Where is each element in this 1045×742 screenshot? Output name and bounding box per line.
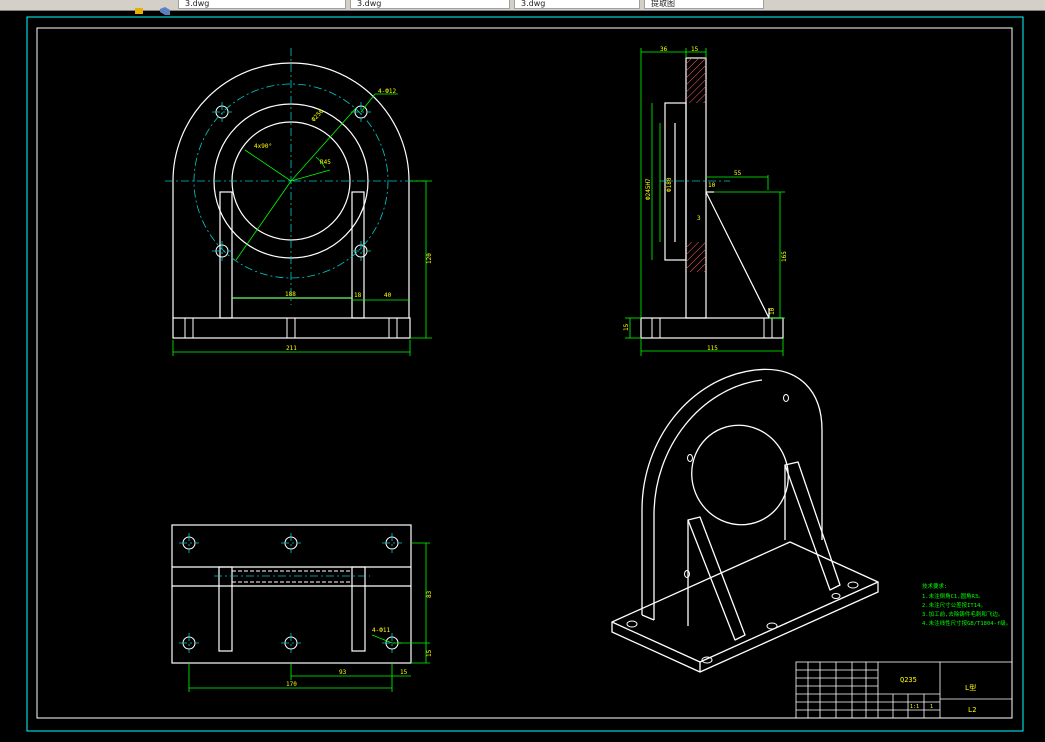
toolbar-cube-icon[interactable] [160, 0, 170, 15]
top-view-dimensions [188, 542, 430, 692]
front-bolt-callout: 4-Ф12 [378, 88, 396, 95]
side-section-hatch-bottom [686, 242, 706, 272]
top-view [171, 524, 412, 664]
notes-title: 技术要求: [922, 582, 947, 590]
top-dim-edge: 15 [426, 649, 433, 657]
title-scale: 1:1 [910, 704, 919, 710]
title-material: Q235 [900, 676, 917, 684]
front-angle-label: 4x90° [254, 143, 272, 150]
tab-drawing-3[interactable]: 3.dwg [514, 0, 640, 9]
side-dim-rib-small: 3 [697, 215, 701, 222]
side-section-hatch-top [686, 58, 706, 103]
note-item-2: 2.未注尺寸公差按IT14。 [922, 601, 986, 609]
cad-drawing: 4-Ф12 4x90° Ф250 R45 188 18 40 120 211 3… [26, 16, 1024, 732]
tab-drawing-1[interactable]: 3.dwg [178, 0, 346, 9]
title-part-name: L型 [965, 683, 976, 692]
isometric-view [611, 368, 879, 673]
tab-label: 3.dwg [357, 0, 382, 8]
note-item-3: 3.加工前,去除铸件毛刺和飞边。 [922, 610, 1003, 618]
front-rib-off-dim: 40 [384, 292, 392, 299]
front-height-dim: 120 [426, 253, 433, 264]
top-dim-depth: 83 [426, 590, 433, 598]
front-bolt-circle-dim: Ф250 [310, 108, 325, 124]
title-drawing-no: L2 [968, 706, 976, 714]
top-dim-edge2: 15 [400, 669, 408, 676]
side-dim-rib-top: 55 [734, 170, 742, 177]
title-block [795, 661, 1013, 719]
top-dim-pitch: 93 [339, 669, 347, 676]
top-view-centerlines [179, 533, 402, 653]
note-item-1: 1.未注倒角C1,圆角R3。 [922, 592, 984, 600]
side-dim-rib-foot: 10 [769, 307, 776, 315]
side-dim-total-depth: 115 [707, 345, 718, 352]
tab-drawing-2[interactable]: 3.dwg [350, 0, 510, 9]
toolbar-pencil-icon[interactable] [134, 0, 144, 14]
tab-label: 3.dwg [185, 0, 210, 8]
front-rib-thk-dim: 18 [354, 292, 362, 299]
side-dim-base-thk: 15 [623, 323, 630, 331]
side-dim-r: 10 [708, 182, 716, 189]
sheet-outer-border [26, 16, 1024, 732]
top-dim-total: 170 [286, 681, 297, 688]
tab-label: 提取图 [651, 0, 675, 8]
top-hole-callout: 4-Ф11 [372, 627, 390, 634]
tab-drawing-4[interactable]: 提取图 [644, 0, 764, 9]
note-item-4: 4.未注线性尺寸按GB/T1804-f级。 [922, 619, 1011, 627]
tab-label: 3.dwg [521, 0, 546, 8]
front-view-dimensions [172, 93, 432, 356]
title-sheet: 1 [930, 704, 933, 710]
side-dim-rib-height: 165 [781, 251, 788, 262]
side-dim-bore-outer: Ф245H7 [645, 178, 652, 200]
drawing-canvas[interactable]: 4-Ф12 4x90° Ф250 R45 188 18 40 120 211 3… [0, 11, 1045, 738]
side-dim-top-right: 15 [691, 46, 699, 53]
side-dim-bore-inner: Ф180 [666, 177, 673, 192]
front-r-dim: R45 [320, 159, 331, 166]
side-dim-top-left: 36 [660, 46, 668, 53]
side-view [640, 57, 784, 339]
front-total-width-dim: 211 [286, 345, 297, 352]
front-inner-width-dim: 188 [285, 291, 296, 298]
document-tab-bar: 3.dwg 3.dwg 3.dwg 提取图 [0, 0, 1045, 15]
technical-notes: 技术要求: 1.未注倒角C1,圆角R3。 2.未注尺寸公差按IT14。 3.加工… [922, 582, 1011, 627]
